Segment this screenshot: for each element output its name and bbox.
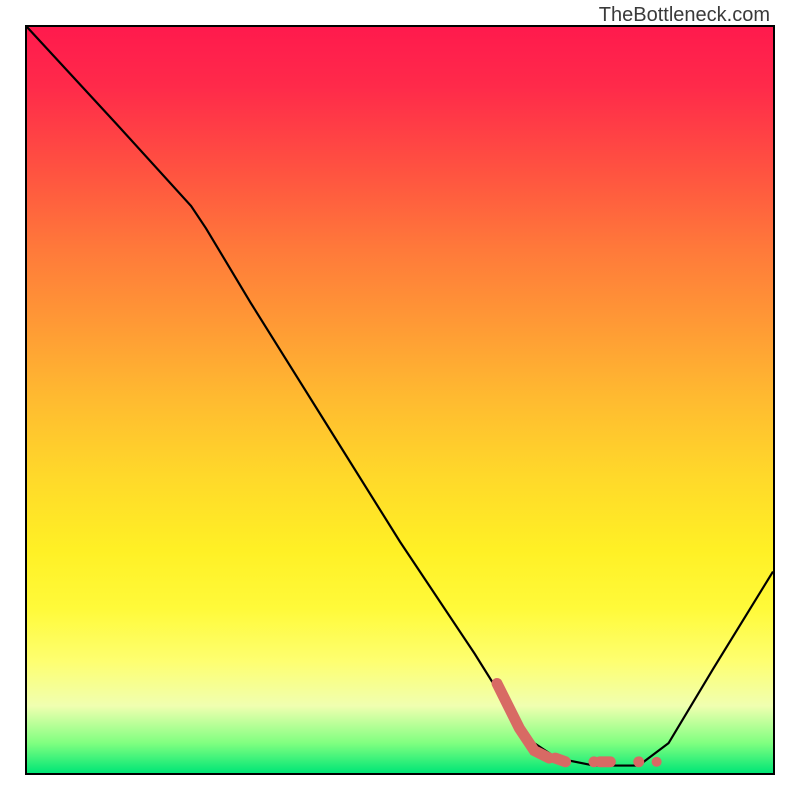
watermark-text: TheBottleneck.com — [599, 4, 770, 27]
chart-svg — [27, 27, 773, 773]
plot-area — [25, 25, 775, 775]
chart-container: TheBottleneck.com — [0, 0, 800, 800]
bottleneck-curve — [27, 27, 773, 766]
